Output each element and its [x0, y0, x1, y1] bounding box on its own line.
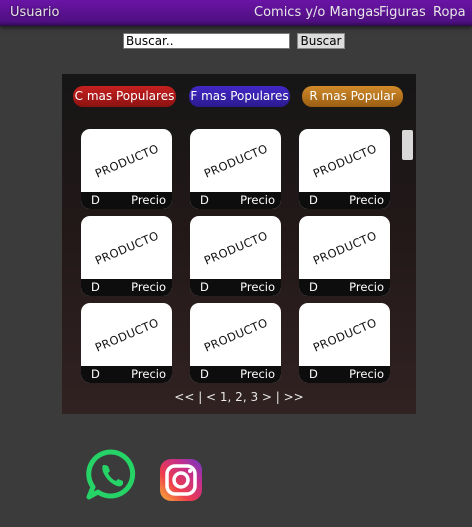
product-info-bar: D Precio [81, 192, 172, 209]
product-label: PRODUCTO [201, 314, 270, 355]
product-image: PRODUCTO [81, 129, 172, 192]
product-image: PRODUCTO [81, 303, 172, 366]
pagination[interactable]: << | < 1, 2, 3 > | >> [62, 390, 416, 404]
product-card[interactable]: PRODUCTO D Precio [190, 303, 281, 383]
product-label: PRODUCTO [92, 314, 161, 355]
product-info-bar: D Precio [299, 279, 390, 296]
product-info-bar: D Precio [81, 279, 172, 296]
product-label: PRODUCTO [201, 227, 270, 268]
product-card[interactable]: PRODUCTO D Precio [299, 129, 390, 209]
product-d: D [309, 367, 318, 381]
product-d: D [91, 367, 100, 381]
product-info-bar: D Precio [299, 366, 390, 383]
top-nav: Usuario Comics y/o Mangas Figuras Ropa [0, 0, 472, 26]
product-info-bar: D Precio [299, 192, 390, 209]
product-image: PRODUCTO [299, 303, 390, 366]
nav-link-comics[interactable]: Comics y/o Mangas [254, 5, 380, 20]
user-link[interactable]: Usuario [10, 5, 59, 20]
product-label: PRODUCTO [310, 140, 379, 181]
product-price: Precio [240, 367, 275, 381]
product-price: Precio [349, 367, 384, 381]
product-price: Precio [240, 280, 275, 294]
search-button[interactable]: Buscar [297, 33, 345, 49]
product-price: Precio [240, 193, 275, 207]
nav-link-figuras[interactable]: Figuras [379, 5, 426, 20]
product-price: Precio [131, 280, 166, 294]
instagram-icon[interactable] [158, 457, 204, 503]
product-d: D [200, 193, 209, 207]
product-card[interactable]: PRODUCTO D Precio [190, 129, 281, 209]
product-label: PRODUCTO [310, 227, 379, 268]
product-info-bar: D Precio [190, 279, 281, 296]
filter-comics-popular[interactable]: C mas Populares [73, 86, 176, 107]
product-label: PRODUCTO [310, 314, 379, 355]
product-image: PRODUCTO [190, 303, 281, 366]
product-d: D [91, 193, 100, 207]
product-d: D [200, 280, 209, 294]
nav-link-ropa[interactable]: Ropa [433, 5, 466, 20]
product-price: Precio [349, 280, 384, 294]
product-card[interactable]: PRODUCTO D Precio [299, 303, 390, 383]
product-d: D [200, 367, 209, 381]
product-image: PRODUCTO [299, 129, 390, 192]
product-d: D [309, 193, 318, 207]
product-card[interactable]: PRODUCTO D Precio [81, 216, 172, 296]
product-card[interactable]: PRODUCTO D Precio [299, 216, 390, 296]
product-image: PRODUCTO [190, 129, 281, 192]
product-label: PRODUCTO [201, 140, 270, 181]
product-info-bar: D Precio [190, 366, 281, 383]
product-card[interactable]: PRODUCTO D Precio [81, 129, 172, 209]
product-card[interactable]: PRODUCTO D Precio [81, 303, 172, 383]
product-image: PRODUCTO [81, 216, 172, 279]
product-price: Precio [349, 193, 384, 207]
product-info-bar: D Precio [190, 192, 281, 209]
product-image: PRODUCTO [299, 216, 390, 279]
product-price: Precio [131, 367, 166, 381]
product-image: PRODUCTO [190, 216, 281, 279]
product-price: Precio [131, 193, 166, 207]
filter-ropa-popular[interactable]: R mas Popular [302, 86, 403, 107]
product-info-bar: D Precio [81, 366, 172, 383]
product-d: D [309, 280, 318, 294]
search-input[interactable] [123, 33, 290, 49]
filter-figuras-popular[interactable]: F mas Populares [189, 86, 290, 107]
product-card[interactable]: PRODUCTO D Precio [190, 216, 281, 296]
scrollbar-thumb[interactable] [402, 130, 413, 160]
product-label: PRODUCTO [92, 227, 161, 268]
product-label: PRODUCTO [92, 140, 161, 181]
whatsapp-icon[interactable] [84, 448, 138, 502]
product-d: D [91, 280, 100, 294]
